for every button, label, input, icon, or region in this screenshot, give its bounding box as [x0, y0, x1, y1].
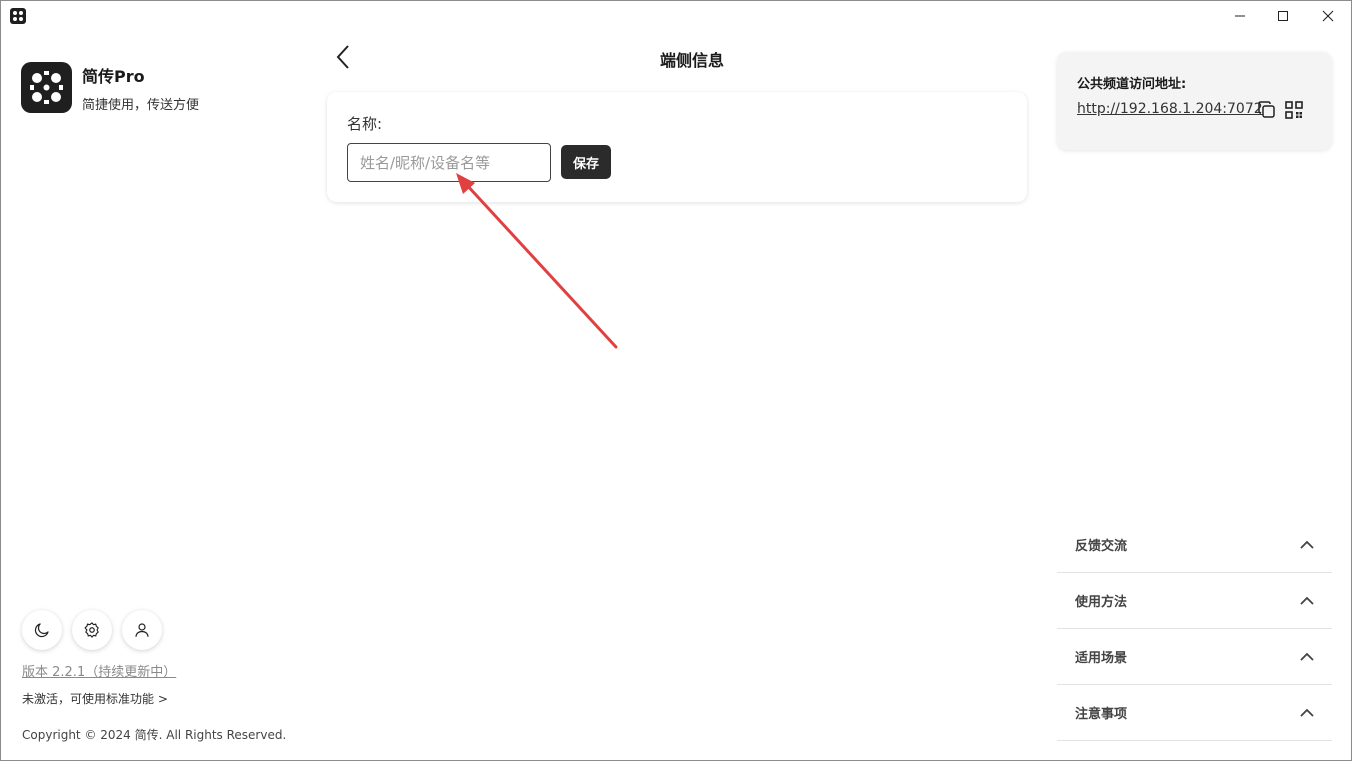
chevron-left-icon: [336, 45, 349, 69]
annotation-arrow: [456, 173, 618, 349]
minimize-button[interactable]: [1217, 1, 1263, 31]
info-accordion: 反馈交流 使用方法 适用场景 注意事项: [1057, 517, 1332, 741]
page-title: 端侧信息: [659, 51, 724, 70]
maximize-icon: [1278, 11, 1288, 21]
name-label: 名称:: [347, 115, 383, 133]
address-link[interactable]: http://192.168.1.204:7072: [1077, 101, 1263, 117]
chevron-up-icon: [1300, 652, 1314, 661]
copy-icon[interactable]: [1257, 100, 1277, 120]
device-info-card: 名称: 保存: [327, 92, 1027, 202]
version-link[interactable]: 版本 2.2.1（持续更新中）: [22, 661, 176, 680]
title-bar: [1, 1, 1351, 31]
app-logo-icon: [10, 8, 26, 24]
copyright-text: Copyright © 2024 简传. All Rights Reserved…: [22, 728, 287, 742]
accordion-label: 反馈交流: [1075, 539, 1128, 554]
gear-icon: [84, 622, 99, 638]
moon-icon: [34, 623, 49, 638]
minimize-icon: [1235, 15, 1245, 17]
activation-link[interactable]: 未激活，可使用标准功能 >: [22, 690, 168, 707]
theme-toggle-button[interactable]: [22, 610, 62, 650]
accordion-item-feedback[interactable]: 反馈交流: [1057, 517, 1332, 573]
close-button[interactable]: [1305, 1, 1351, 31]
back-button[interactable]: [329, 41, 357, 73]
settings-button[interactable]: [72, 610, 112, 650]
chevron-up-icon: [1300, 540, 1314, 549]
user-button[interactable]: [122, 610, 162, 650]
accordion-item-scenarios[interactable]: 适用场景: [1057, 629, 1332, 685]
app-logo: [21, 62, 72, 113]
accordion-item-notes[interactable]: 注意事项: [1057, 685, 1332, 741]
public-address-card: 公共频道访问地址: http://192.168.1.204:7072: [1057, 52, 1332, 150]
chevron-up-icon: [1300, 708, 1314, 717]
app-name: 简传Pro: [82, 67, 145, 86]
accordion-label: 使用方法: [1075, 595, 1128, 610]
maximize-button[interactable]: [1260, 1, 1306, 31]
accordion-label: 注意事项: [1075, 707, 1128, 722]
accordion-item-usage[interactable]: 使用方法: [1057, 573, 1332, 629]
qr-code-icon[interactable]: [1284, 100, 1304, 120]
chevron-up-icon: [1300, 596, 1314, 605]
app-logo-icon: [30, 71, 63, 104]
address-label: 公共频道访问地址:: [1077, 77, 1187, 92]
app-slogan: 简捷使用，传送方便: [82, 98, 200, 113]
accordion-label: 适用场景: [1075, 651, 1128, 666]
user-icon: [135, 623, 149, 637]
close-icon: [1322, 10, 1334, 22]
